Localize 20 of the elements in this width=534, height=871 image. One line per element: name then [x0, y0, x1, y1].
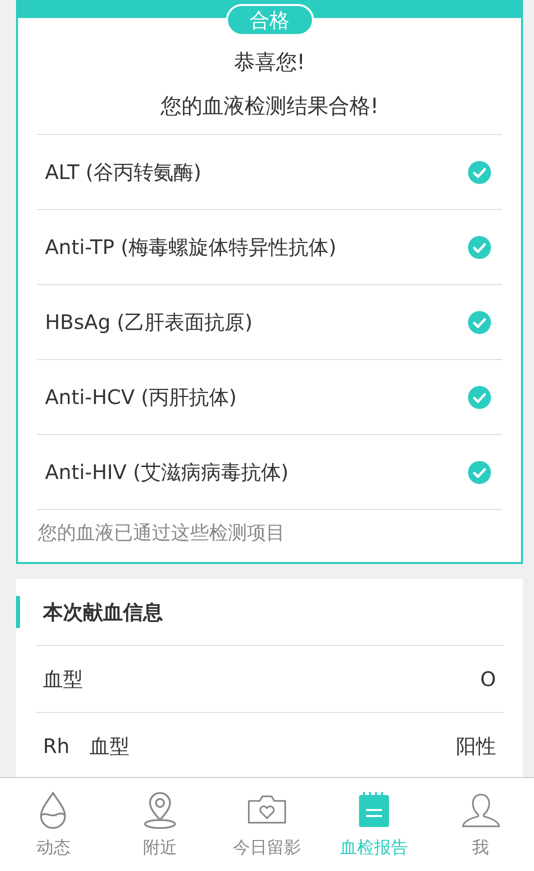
test-name: Anti-HIV (艾滋病病毒抗体)	[45, 458, 289, 486]
field-value: O	[480, 667, 496, 691]
tab[interactable]: 我	[427, 778, 534, 871]
tab[interactable]: 附近	[106, 778, 214, 871]
test-name: Anti-TP (梅毒螺旋体特异性抗体)	[45, 234, 336, 260]
field-label: 血型	[43, 666, 83, 692]
test-name: HBsAg (乙肝表面抗原)	[45, 308, 253, 336]
section-title: 本次献血信息	[43, 598, 163, 626]
tab[interactable]: 今日留影	[214, 778, 320, 871]
test-name: Anti-HCV (丙肝抗体)	[45, 384, 237, 410]
footer-note: 您的血液已通过这些检测项目	[37, 521, 286, 546]
status-badge: 合格	[226, 4, 314, 36]
greeting-text: 恭喜您!	[232, 49, 306, 76]
tab[interactable]: 血检报告	[320, 778, 428, 871]
accent-bar	[16, 596, 20, 628]
test-name: ALT (谷丙转氨酶)	[45, 158, 202, 186]
field-label: Rh 血型	[43, 732, 130, 760]
result-message: 您的血液检测结果合格!	[159, 93, 380, 120]
field-value: 阳性	[456, 732, 496, 760]
tab[interactable]: 动态	[0, 778, 107, 871]
